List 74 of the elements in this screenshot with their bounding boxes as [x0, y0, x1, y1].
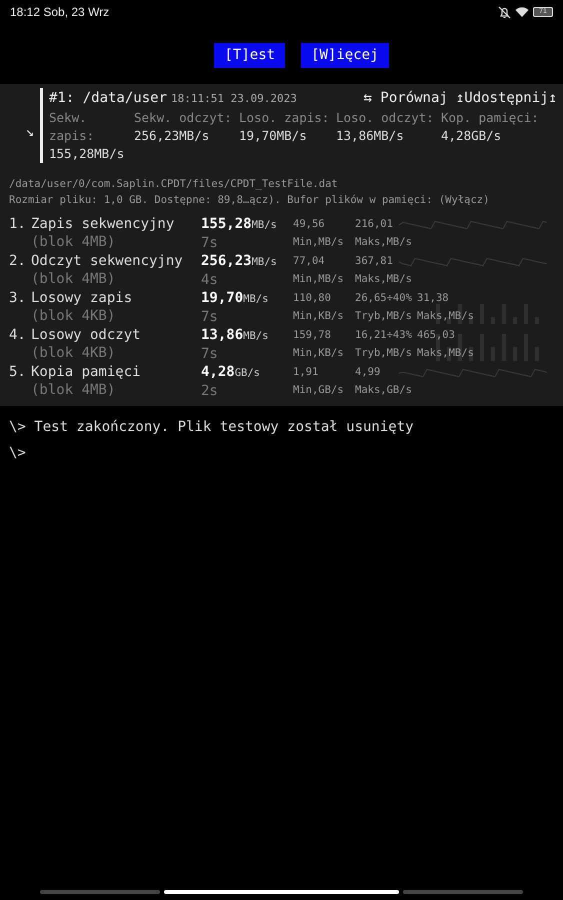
stat-value: 159,78 [293, 328, 332, 343]
wifi-icon [515, 6, 529, 18]
test-speed: 4,28GB/s [201, 362, 262, 382]
test-name: Kopia pamięci [31, 362, 142, 381]
compare-link[interactable]: ⇆ Porównaj [364, 88, 448, 109]
stat-label: Min,KB/s [293, 308, 345, 324]
metric-label: Kop. pamięci: [441, 109, 540, 127]
test-duration: 7s [201, 344, 219, 363]
stat-value: 16,21÷43% [355, 328, 413, 343]
test-number: 5. [9, 362, 27, 382]
expand-arrow[interactable]: ↘ [26, 122, 34, 144]
metric-label: Sekw. odczyt: [134, 109, 233, 127]
metric-value: 155,28MB/s [49, 145, 126, 164]
test-duration: 7s [201, 308, 219, 326]
test-name: Losowy odczyt [31, 326, 142, 344]
stat-label: Min,MB/s [293, 272, 345, 287]
stat-label: Min,KB/s [293, 346, 345, 361]
stat-label: Tryb,MB/s [355, 308, 413, 324]
home-indicator[interactable] [164, 890, 399, 894]
metric-value: 13,86MB/s [336, 127, 405, 146]
stat-label: Maks,MB/s [355, 234, 413, 250]
stat-value: 367,81 [355, 254, 394, 269]
stat-label: Min,MB/s [293, 234, 345, 250]
file-info: Rozmiar pliku: 1,0 GB. Dostępne: 89,8…ącz). Bufor plików w pamięci: (Wyłącz) [9, 193, 490, 208]
stat-value: 77,04 [293, 254, 326, 269]
metric-value: 19,70MB/s [239, 127, 308, 146]
file-path: /data/user/0/com.Saplin.CPDT/files/CPDT_TestFile.dat [9, 177, 339, 192]
test-speed: 19,70MB/s [201, 288, 270, 308]
status-time: 18:12 Sob, 23 Wrz [10, 4, 110, 21]
test-duration: 4s [201, 270, 219, 289]
test-speed: 155,28MB/s [201, 214, 278, 234]
stat-value: 110,80 [293, 290, 332, 306]
test-block-size: (blok 4MB) [31, 380, 116, 399]
stat-label: Min,GB/s [293, 382, 345, 398]
share-link[interactable]: ↥Udostępnij↥ [456, 88, 557, 109]
test-number: 4. [9, 326, 27, 345]
stat-label: Tryb,MB/s [355, 346, 413, 361]
stat-label: Maks,MB/s [417, 346, 475, 361]
stat-label: Maks,MB/s [355, 272, 413, 287]
notifications-off-icon [498, 6, 511, 18]
stat-value: 1,91 [293, 364, 320, 380]
menu-button[interactable]: [T]est [214, 43, 286, 68]
test-name: Zapis sekwencyjny [31, 214, 176, 233]
stat-value: 465,03 [417, 328, 456, 343]
metric-label: Loso. zapis: [239, 109, 330, 127]
stat-label: Maks,GB/s [355, 382, 413, 398]
test-number: 1. [9, 214, 27, 234]
test-number: 3. [9, 288, 27, 308]
result-timestamp: 18:11:51 23.09.2023 [171, 91, 297, 107]
metric-label: Loso. odczyt: [336, 109, 435, 127]
test-block-size: (blok 4MB) [31, 232, 116, 251]
metric-value: 256,23MB/s [134, 127, 210, 146]
stat-value: 26,65÷40% [355, 290, 413, 306]
test-block-size: (blok 4MB) [31, 270, 116, 288]
test-number: 2. [9, 252, 27, 271]
test-duration: 2s [201, 382, 219, 400]
result-title: #1: /data/user [49, 89, 168, 108]
metric-label: Sekw. zapis: [49, 109, 96, 146]
stat-value: 31,38 [417, 290, 450, 306]
test-name: Losowy zapis [31, 288, 134, 307]
stat-value: 216,01 [355, 216, 394, 232]
stat-label: Maks,MB/s [417, 308, 475, 324]
test-name: Odczyt sekwencyjny [31, 252, 184, 270]
test-block-size: (blok 4KB) [31, 306, 116, 325]
test-speed: 13,86MB/s [201, 326, 270, 345]
console-line: \> [8, 444, 27, 463]
menu-button[interactable]: [W]ięcej [301, 43, 388, 68]
stat-value: 49,56 [293, 216, 326, 232]
test-speed: 256,23MB/s [201, 252, 278, 271]
stat-value: 4,99 [355, 364, 382, 380]
test-block-size: (blok 4KB) [31, 344, 116, 362]
console-line: \> Test zakończony. Plik testowy został usunięty [8, 418, 415, 437]
test-duration: 7s [201, 234, 219, 252]
metric-value: 4,28GB/s [441, 127, 502, 146]
